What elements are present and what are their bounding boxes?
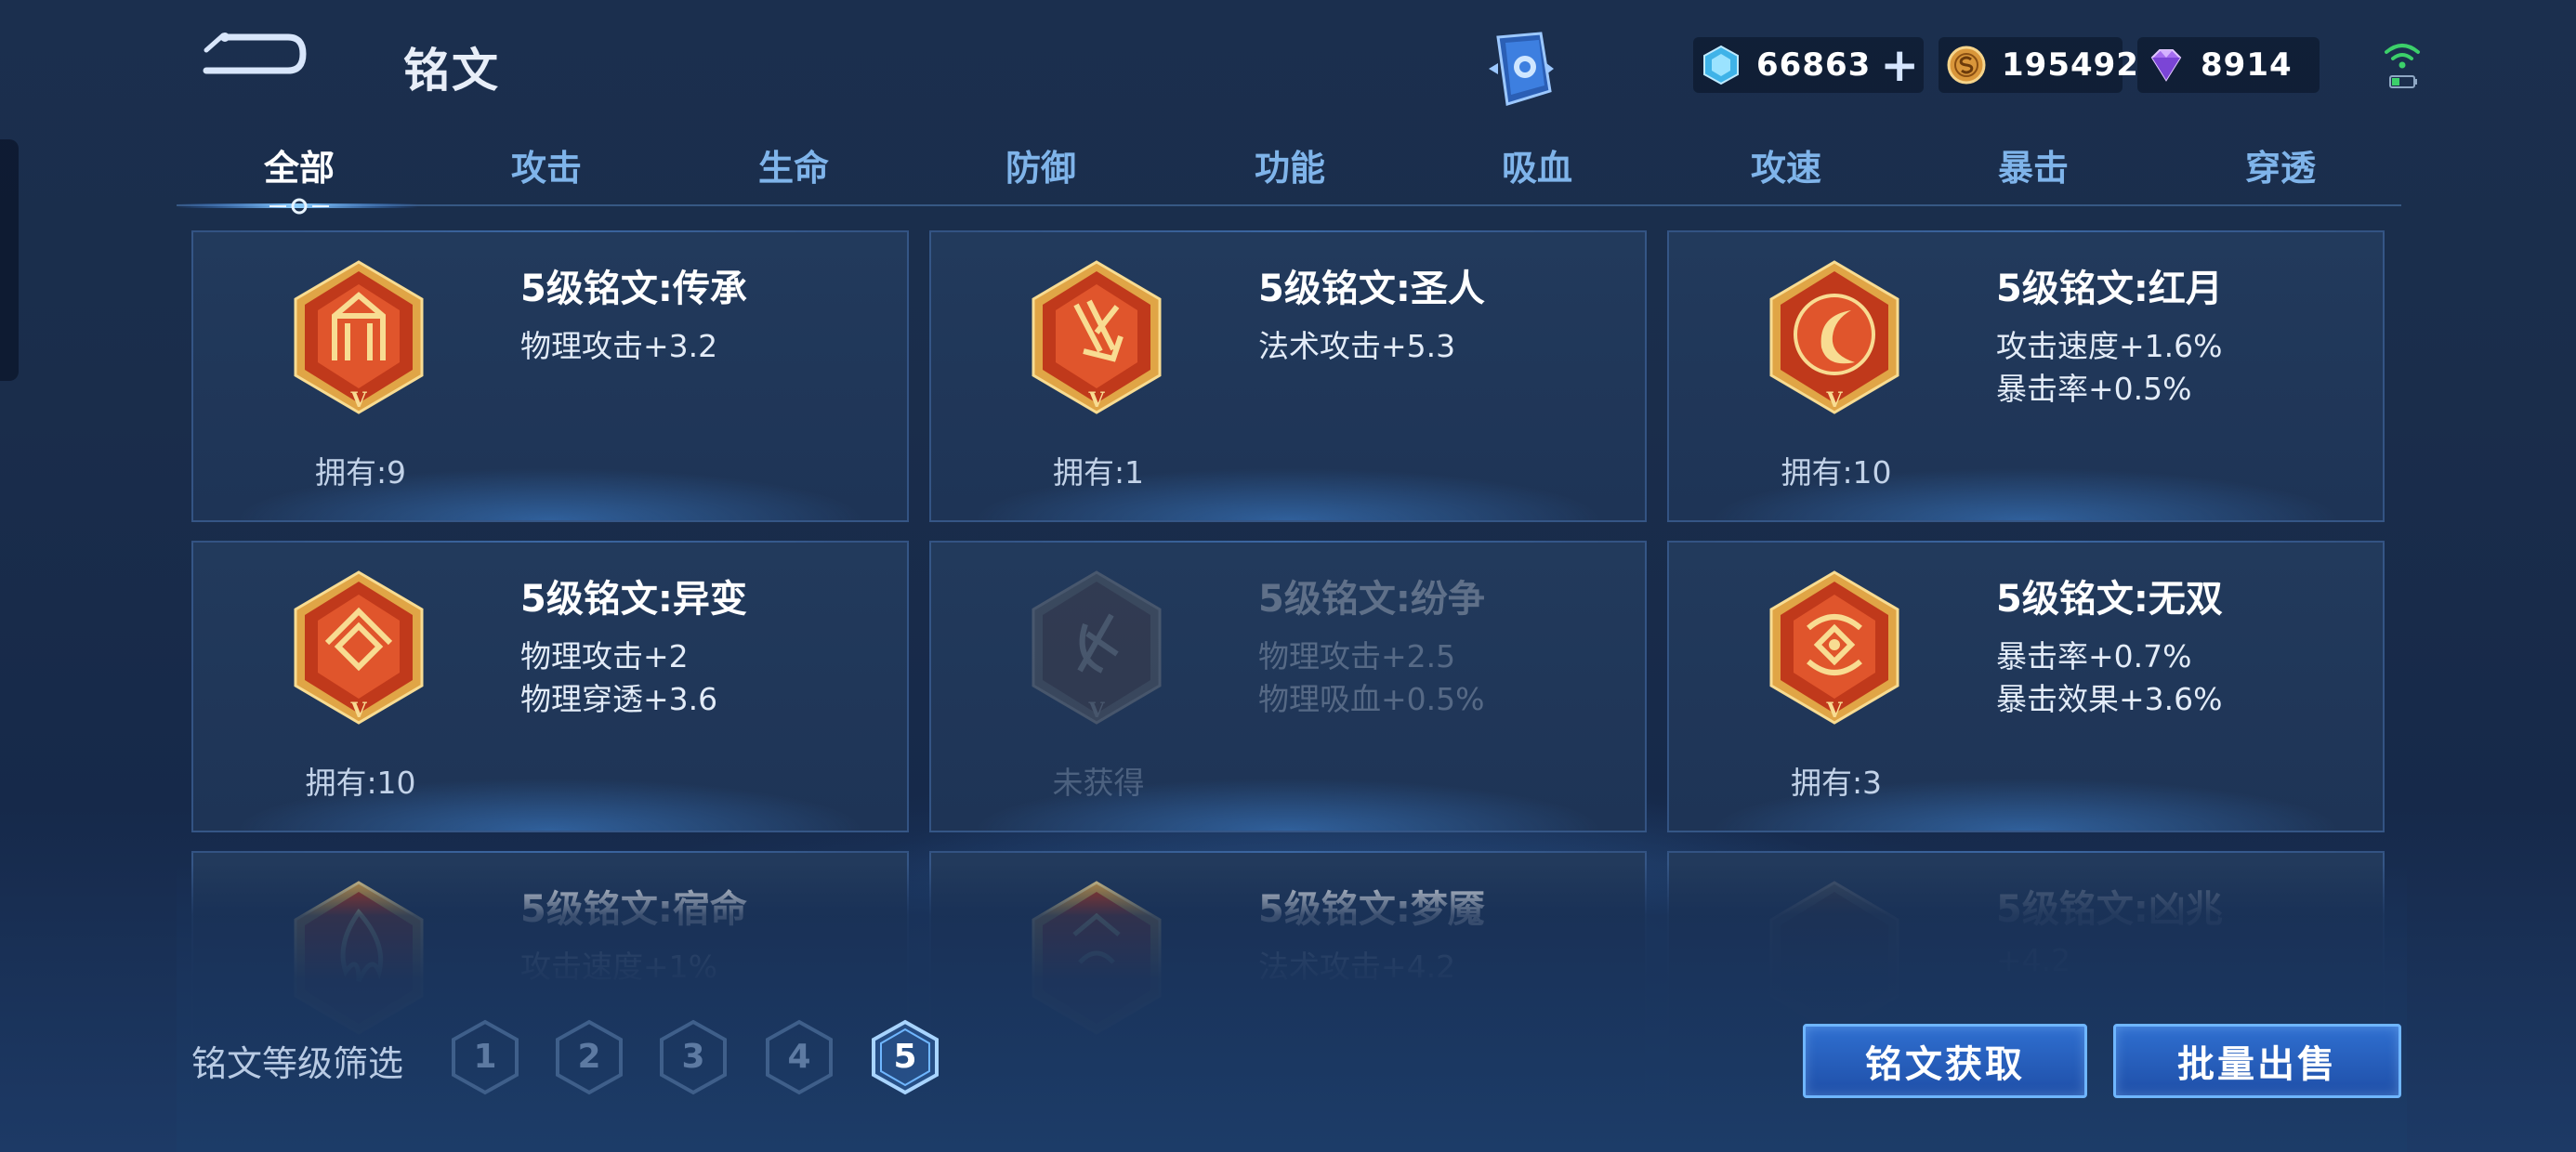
svg-text:V: V [349, 388, 367, 412]
svg-text:V: V [1087, 388, 1105, 412]
inscription-name: 5级铭文:异变 [520, 578, 747, 621]
inscription-name: 5级铭文:红月 [1996, 268, 2223, 310]
inscription-yibian-icon: V [294, 570, 424, 725]
tab-attack[interactable]: 攻击 [472, 139, 621, 190]
inscription-name: 5级铭文:无双 [1996, 578, 2223, 621]
inscription-card[interactable]: V 5级铭文:纷争 物理攻击+2.5 物理吸血+0.5% 未获得 [929, 541, 1647, 832]
inscription-attr: 物理攻击+3.2 [520, 328, 718, 364]
tab-defense[interactable]: 防御 [966, 139, 1115, 190]
level-number: 1 [473, 1038, 497, 1076]
inscription-mengyan-icon [1032, 881, 1162, 1035]
wifi-signal-icon [2385, 44, 2420, 88]
diamond-currency: 66863 + [1693, 37, 1924, 93]
inscription-card[interactable]: V 5级铭文:无双 暴击率+0.7% 暴击效果+3.6% 拥有:3 [1667, 541, 2385, 832]
inscription-card[interactable]: 5级铭文:梦魇 法术攻击+4.2 [929, 851, 1647, 1143]
level-number: 4 [787, 1038, 811, 1076]
inscription-name: 5级铭文:凶兆 [1996, 888, 2223, 931]
inscription-attr: 物理攻击+2.5 [1258, 638, 1456, 674]
tab-all[interactable]: 全部 [225, 139, 374, 190]
tab-critical[interactable]: 暴击 [1959, 139, 2108, 190]
inscription-hongyue-icon: V [1769, 260, 1899, 414]
owned-count: 拥有:1 [1052, 454, 1145, 491]
purple-gem-icon [2150, 49, 2182, 82]
side-handle[interactable] [0, 139, 19, 381]
svg-text:V: V [1825, 388, 1843, 412]
diamond-coupon-icon [1703, 45, 1739, 85]
level-filter-2[interactable]: 2 [554, 1018, 624, 1096]
inscription-attr: 攻击速度+1.6% [1996, 328, 2223, 364]
inscription-card[interactable]: 5级铭文:凶兆 +4.2 [1667, 851, 2385, 1143]
owned-count: 拥有:3 [1790, 765, 1883, 801]
tab-lifesteal[interactable]: 吸血 [1463, 139, 1611, 190]
active-tab-indicator [177, 198, 418, 215]
inscription-card[interactable]: V 5级铭文:圣人 法术攻击+5.3 拥有:1 [929, 230, 1647, 522]
add-currency-button[interactable]: + [1880, 42, 1919, 88]
inscription-attr: +4.2 [1996, 942, 2071, 978]
inscription-name: 5级铭文:传承 [520, 268, 747, 310]
inscription-attr: 法术攻击+4.2 [1258, 949, 1456, 985]
inscription-card[interactable]: 5级铭文:宿命 攻击速度+1% [191, 851, 909, 1143]
not-obtained-label: 未获得 [1052, 765, 1145, 801]
inscription-name: 5级铭文:宿命 [520, 888, 747, 931]
inscription-attr: 法术攻击+5.3 [1258, 328, 1456, 364]
inscription-book-icon[interactable] [1485, 32, 1557, 108]
inscription-attr: 攻击速度+1% [520, 949, 718, 985]
level-number: 3 [681, 1038, 705, 1076]
gold-value: 195492 [2002, 46, 2139, 84]
inscription-chuancheng-icon: V [294, 260, 424, 414]
level-filter-3[interactable]: 3 [658, 1018, 729, 1096]
inscription-name: 5级铭文:圣人 [1258, 268, 1485, 310]
inscription-card[interactable]: V 5级铭文:红月 攻击速度+1.6% 暴击率+0.5% 拥有:10 [1667, 230, 2385, 522]
inscription-shengren-icon: V [1032, 260, 1162, 414]
inscription-name: 5级铭文:梦魇 [1258, 888, 1485, 931]
owned-count: 拥有:9 [314, 454, 407, 491]
gold-currency: 195492 [1939, 37, 2138, 93]
tab-utility[interactable]: 功能 [1216, 139, 1364, 190]
tab-health[interactable]: 生命 [719, 139, 868, 190]
tab-divider [177, 204, 2401, 206]
bulk-sell-button[interactable]: 批量出售 [2113, 1024, 2401, 1098]
svg-text:V: V [349, 699, 367, 723]
level-filter-5[interactable]: 5 [870, 1018, 940, 1096]
level-number: 5 [893, 1038, 917, 1076]
inscription-name: 5级铭文:纷争 [1258, 578, 1485, 621]
gold-coin-icon [1947, 46, 1986, 85]
inscription-attr: 暴击效果+3.6% [1996, 681, 2223, 717]
inscription-attr: 物理攻击+2 [520, 638, 689, 674]
inscription-fenzheng-icon: V [1032, 570, 1162, 725]
svg-text:V: V [1087, 699, 1105, 723]
inscription-attr: 暴击率+0.7% [1996, 638, 2192, 674]
inscription-attr: 暴击率+0.5% [1996, 371, 2192, 407]
level-number: 2 [577, 1038, 601, 1076]
level-filter-4[interactable]: 4 [764, 1018, 835, 1096]
inscription-card[interactable]: V 5级铭文:传承 物理攻击+3.2 拥有:9 [191, 230, 909, 522]
inscription-suming-icon [294, 881, 424, 1035]
gem-currency: 8914 [2137, 37, 2320, 93]
page-title: 铭文 [403, 44, 500, 98]
inscription-wushuang-icon: V [1769, 570, 1899, 725]
svg-text:V: V [1825, 699, 1843, 723]
get-inscription-button[interactable]: 铭文获取 [1803, 1024, 2087, 1098]
owned-count: 拥有:10 [305, 765, 416, 801]
tab-attack-speed[interactable]: 攻速 [1712, 139, 1860, 190]
diamond-value: 66863 [1756, 46, 1872, 84]
inscription-attr: 物理穿透+3.6 [520, 681, 718, 717]
tab-penetration[interactable]: 穿透 [2206, 139, 2355, 190]
owned-count: 拥有:10 [1781, 454, 1892, 491]
inscription-card[interactable]: V 5级铭文:异变 物理攻击+2 物理穿透+3.6 拥有:10 [191, 541, 909, 832]
gem-value: 8914 [2201, 46, 2293, 84]
level-filter-label: 铭文等级筛选 [191, 1043, 404, 1084]
inscription-xiongzhao-icon [1769, 881, 1899, 1035]
inscription-attr: 物理吸血+0.5% [1258, 681, 1485, 717]
level-filter-1[interactable]: 1 [450, 1018, 520, 1096]
back-arrow-icon[interactable] [197, 30, 307, 87]
